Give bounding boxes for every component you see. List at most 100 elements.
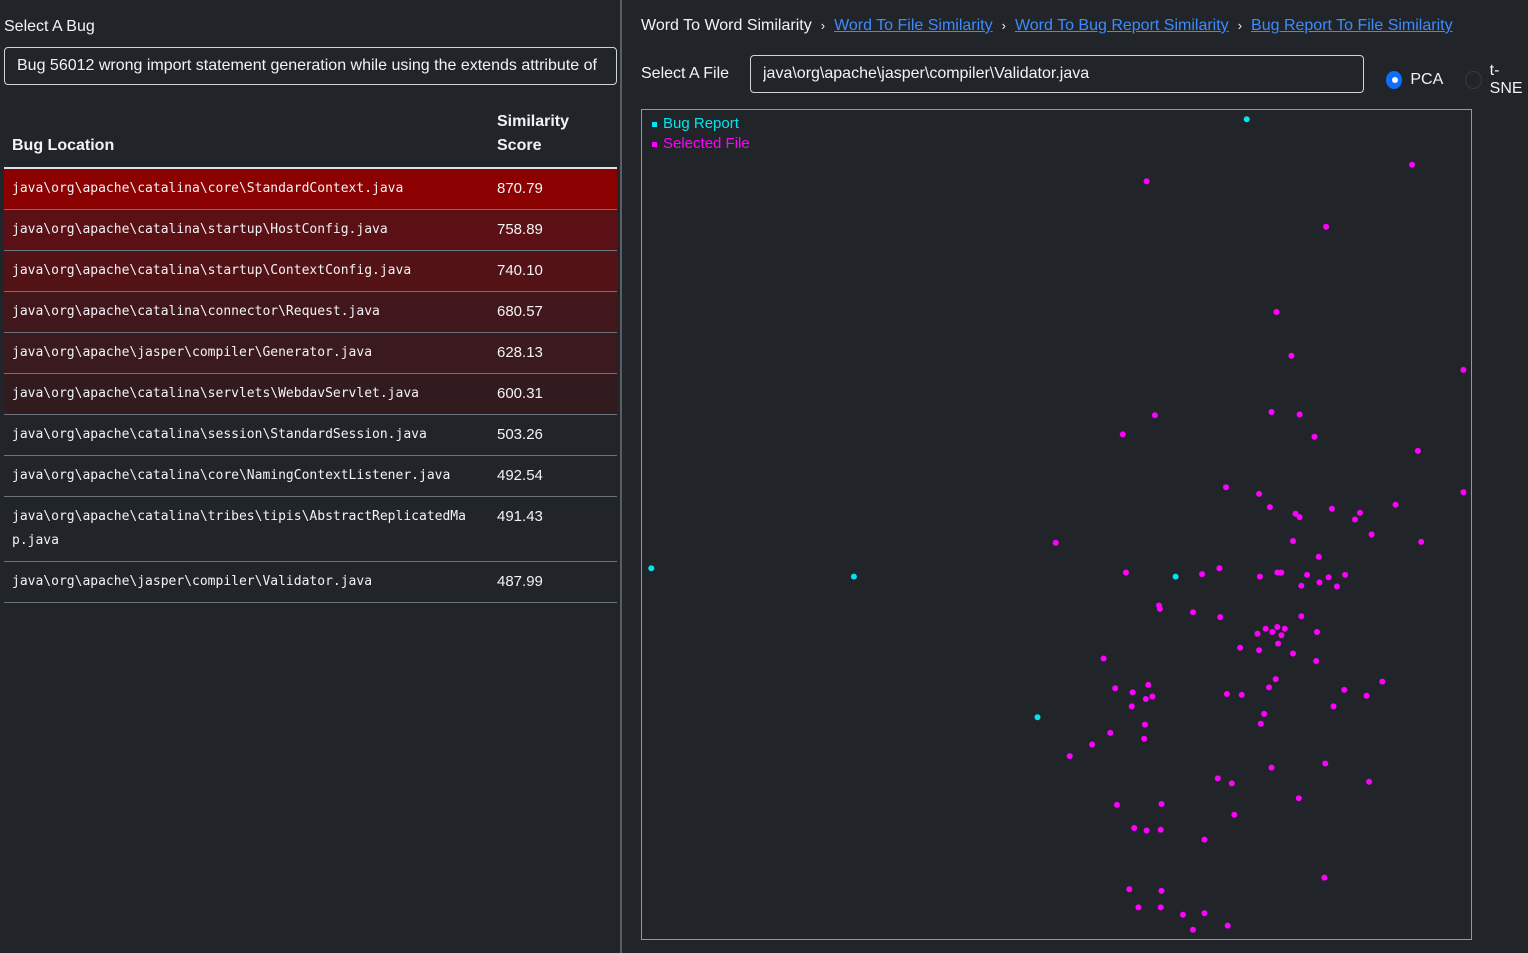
point-selected-file[interactable] <box>1157 826 1164 833</box>
table-row[interactable]: java\org\apache\catalina\session\Standar… <box>4 414 617 456</box>
point-selected-file[interactable] <box>1135 904 1142 911</box>
point-selected-file[interactable] <box>1156 605 1163 612</box>
scatter-plot[interactable]: Bug Report Selected File <box>641 109 1472 940</box>
point-selected-file[interactable] <box>1089 741 1096 748</box>
point-selected-file[interactable] <box>1190 926 1196 933</box>
point-selected-file[interactable] <box>1325 574 1332 581</box>
point-selected-file[interactable] <box>1231 811 1238 818</box>
point-selected-file[interactable] <box>1379 678 1386 685</box>
breadcrumb-item[interactable]: Word To Bug Report Similarity <box>1015 17 1229 34</box>
point-selected-file[interactable] <box>1151 412 1158 419</box>
point-selected-file[interactable] <box>1314 629 1320 635</box>
point-selected-file[interactable] <box>1341 686 1348 693</box>
point-selected-file[interactable] <box>1281 625 1288 632</box>
table-row[interactable]: java\org\apache\jasper\compiler\Generato… <box>4 332 617 374</box>
point-selected-file[interactable] <box>1128 703 1135 710</box>
point-selected-file[interactable] <box>1100 655 1107 662</box>
point-bug-report[interactable] <box>1034 714 1041 721</box>
bug-select[interactable]: Bug 56012 wrong import statement generat… <box>4 47 617 85</box>
table-row[interactable]: java\org\apache\jasper\compiler\Validato… <box>4 561 617 603</box>
point-selected-file[interactable] <box>1123 569 1129 576</box>
point-selected-file[interactable] <box>1141 735 1148 742</box>
point-selected-file[interactable] <box>1224 922 1231 929</box>
scatter-svg[interactable] <box>642 110 1471 939</box>
point-selected-file[interactable] <box>1262 625 1269 632</box>
point-selected-file[interactable] <box>1296 514 1303 521</box>
point-selected-file[interactable] <box>1142 721 1148 728</box>
point-selected-file[interactable] <box>1278 632 1285 639</box>
point-selected-file[interactable] <box>1288 352 1295 359</box>
point-selected-file[interactable] <box>1201 910 1208 917</box>
table-row[interactable]: java\org\apache\catalina\connector\Reque… <box>4 291 617 333</box>
point-selected-file[interactable] <box>1316 579 1323 586</box>
point-selected-file[interactable] <box>1052 539 1059 546</box>
point-selected-file[interactable] <box>1342 571 1349 578</box>
point-selected-file[interactable] <box>1418 538 1425 545</box>
point-selected-file[interactable] <box>1275 640 1282 647</box>
point-selected-file[interactable] <box>1214 775 1221 782</box>
point-selected-file[interactable] <box>1217 614 1224 621</box>
point-selected-file[interactable] <box>1290 650 1296 657</box>
point-selected-file[interactable] <box>1228 780 1235 787</box>
point-selected-file[interactable] <box>1254 630 1261 637</box>
table-row[interactable]: java\org\apache\catalina\startup\HostCon… <box>4 209 617 251</box>
point-selected-file[interactable] <box>1143 827 1150 834</box>
point-selected-file[interactable] <box>1223 484 1229 491</box>
point-selected-file[interactable] <box>1409 161 1416 168</box>
point-selected-file[interactable] <box>1180 911 1186 918</box>
point-selected-file[interactable] <box>1266 684 1272 691</box>
point-selected-file[interactable] <box>1112 685 1119 692</box>
point-selected-file[interactable] <box>1333 583 1340 590</box>
point-bug-report[interactable] <box>850 573 857 580</box>
point-selected-file[interactable] <box>1126 886 1133 893</box>
point-selected-file[interactable] <box>1113 801 1120 808</box>
point-selected-file[interactable] <box>1149 693 1156 700</box>
point-selected-file[interactable] <box>1268 764 1275 771</box>
point-selected-file[interactable] <box>1323 223 1330 230</box>
point-selected-file[interactable] <box>1352 516 1358 523</box>
point-selected-file[interactable] <box>1273 309 1280 315</box>
point-selected-file[interactable] <box>1298 582 1305 589</box>
point-selected-file[interactable] <box>1460 366 1467 373</box>
point-selected-file[interactable] <box>1274 569 1281 576</box>
table-row[interactable]: java\org\apache\catalina\servlets\Webdav… <box>4 373 617 415</box>
point-selected-file[interactable] <box>1315 553 1322 560</box>
radio-tsne[interactable] <box>1465 71 1482 89</box>
point-selected-file[interactable] <box>1256 647 1263 654</box>
point-selected-file[interactable] <box>1313 658 1320 664</box>
point-selected-file[interactable] <box>1392 501 1399 508</box>
point-bug-report[interactable] <box>648 565 655 572</box>
point-bug-report[interactable] <box>1172 573 1179 580</box>
point-selected-file[interactable] <box>1256 490 1263 497</box>
point-selected-file[interactable] <box>1129 689 1136 696</box>
point-selected-file[interactable] <box>1158 801 1165 807</box>
point-selected-file[interactable] <box>1145 681 1152 688</box>
point-selected-file[interactable] <box>1368 531 1375 538</box>
point-selected-file[interactable] <box>1107 729 1114 736</box>
point-selected-file[interactable] <box>1304 571 1311 578</box>
file-input[interactable] <box>750 55 1364 93</box>
table-row[interactable]: java\org\apache\catalina\core\NamingCont… <box>4 455 617 497</box>
point-selected-file[interactable] <box>1216 565 1223 572</box>
point-selected-file[interactable] <box>1322 760 1329 767</box>
point-selected-file[interactable] <box>1274 624 1281 630</box>
point-selected-file[interactable] <box>1131 825 1138 831</box>
point-selected-file[interactable] <box>1066 753 1073 760</box>
point-selected-file[interactable] <box>1414 447 1421 454</box>
point-selected-file[interactable] <box>1296 411 1303 418</box>
radio-pca[interactable] <box>1386 71 1403 89</box>
point-selected-file[interactable] <box>1261 710 1268 717</box>
point-selected-file[interactable] <box>1363 692 1370 699</box>
point-selected-file[interactable] <box>1142 696 1149 702</box>
breadcrumb-item[interactable]: Word To File Similarity <box>834 17 993 34</box>
table-row[interactable]: java\org\apache\catalina\core\StandardCo… <box>4 168 617 210</box>
point-selected-file[interactable] <box>1460 489 1467 496</box>
point-selected-file[interactable] <box>1266 504 1273 511</box>
point-selected-file[interactable] <box>1328 505 1335 512</box>
point-selected-file[interactable] <box>1269 629 1276 635</box>
point-selected-file[interactable] <box>1119 431 1126 438</box>
point-selected-file[interactable] <box>1190 609 1196 616</box>
point-selected-file[interactable] <box>1158 887 1165 894</box>
point-bug-report[interactable] <box>1243 116 1250 123</box>
point-selected-file[interactable] <box>1295 795 1302 802</box>
